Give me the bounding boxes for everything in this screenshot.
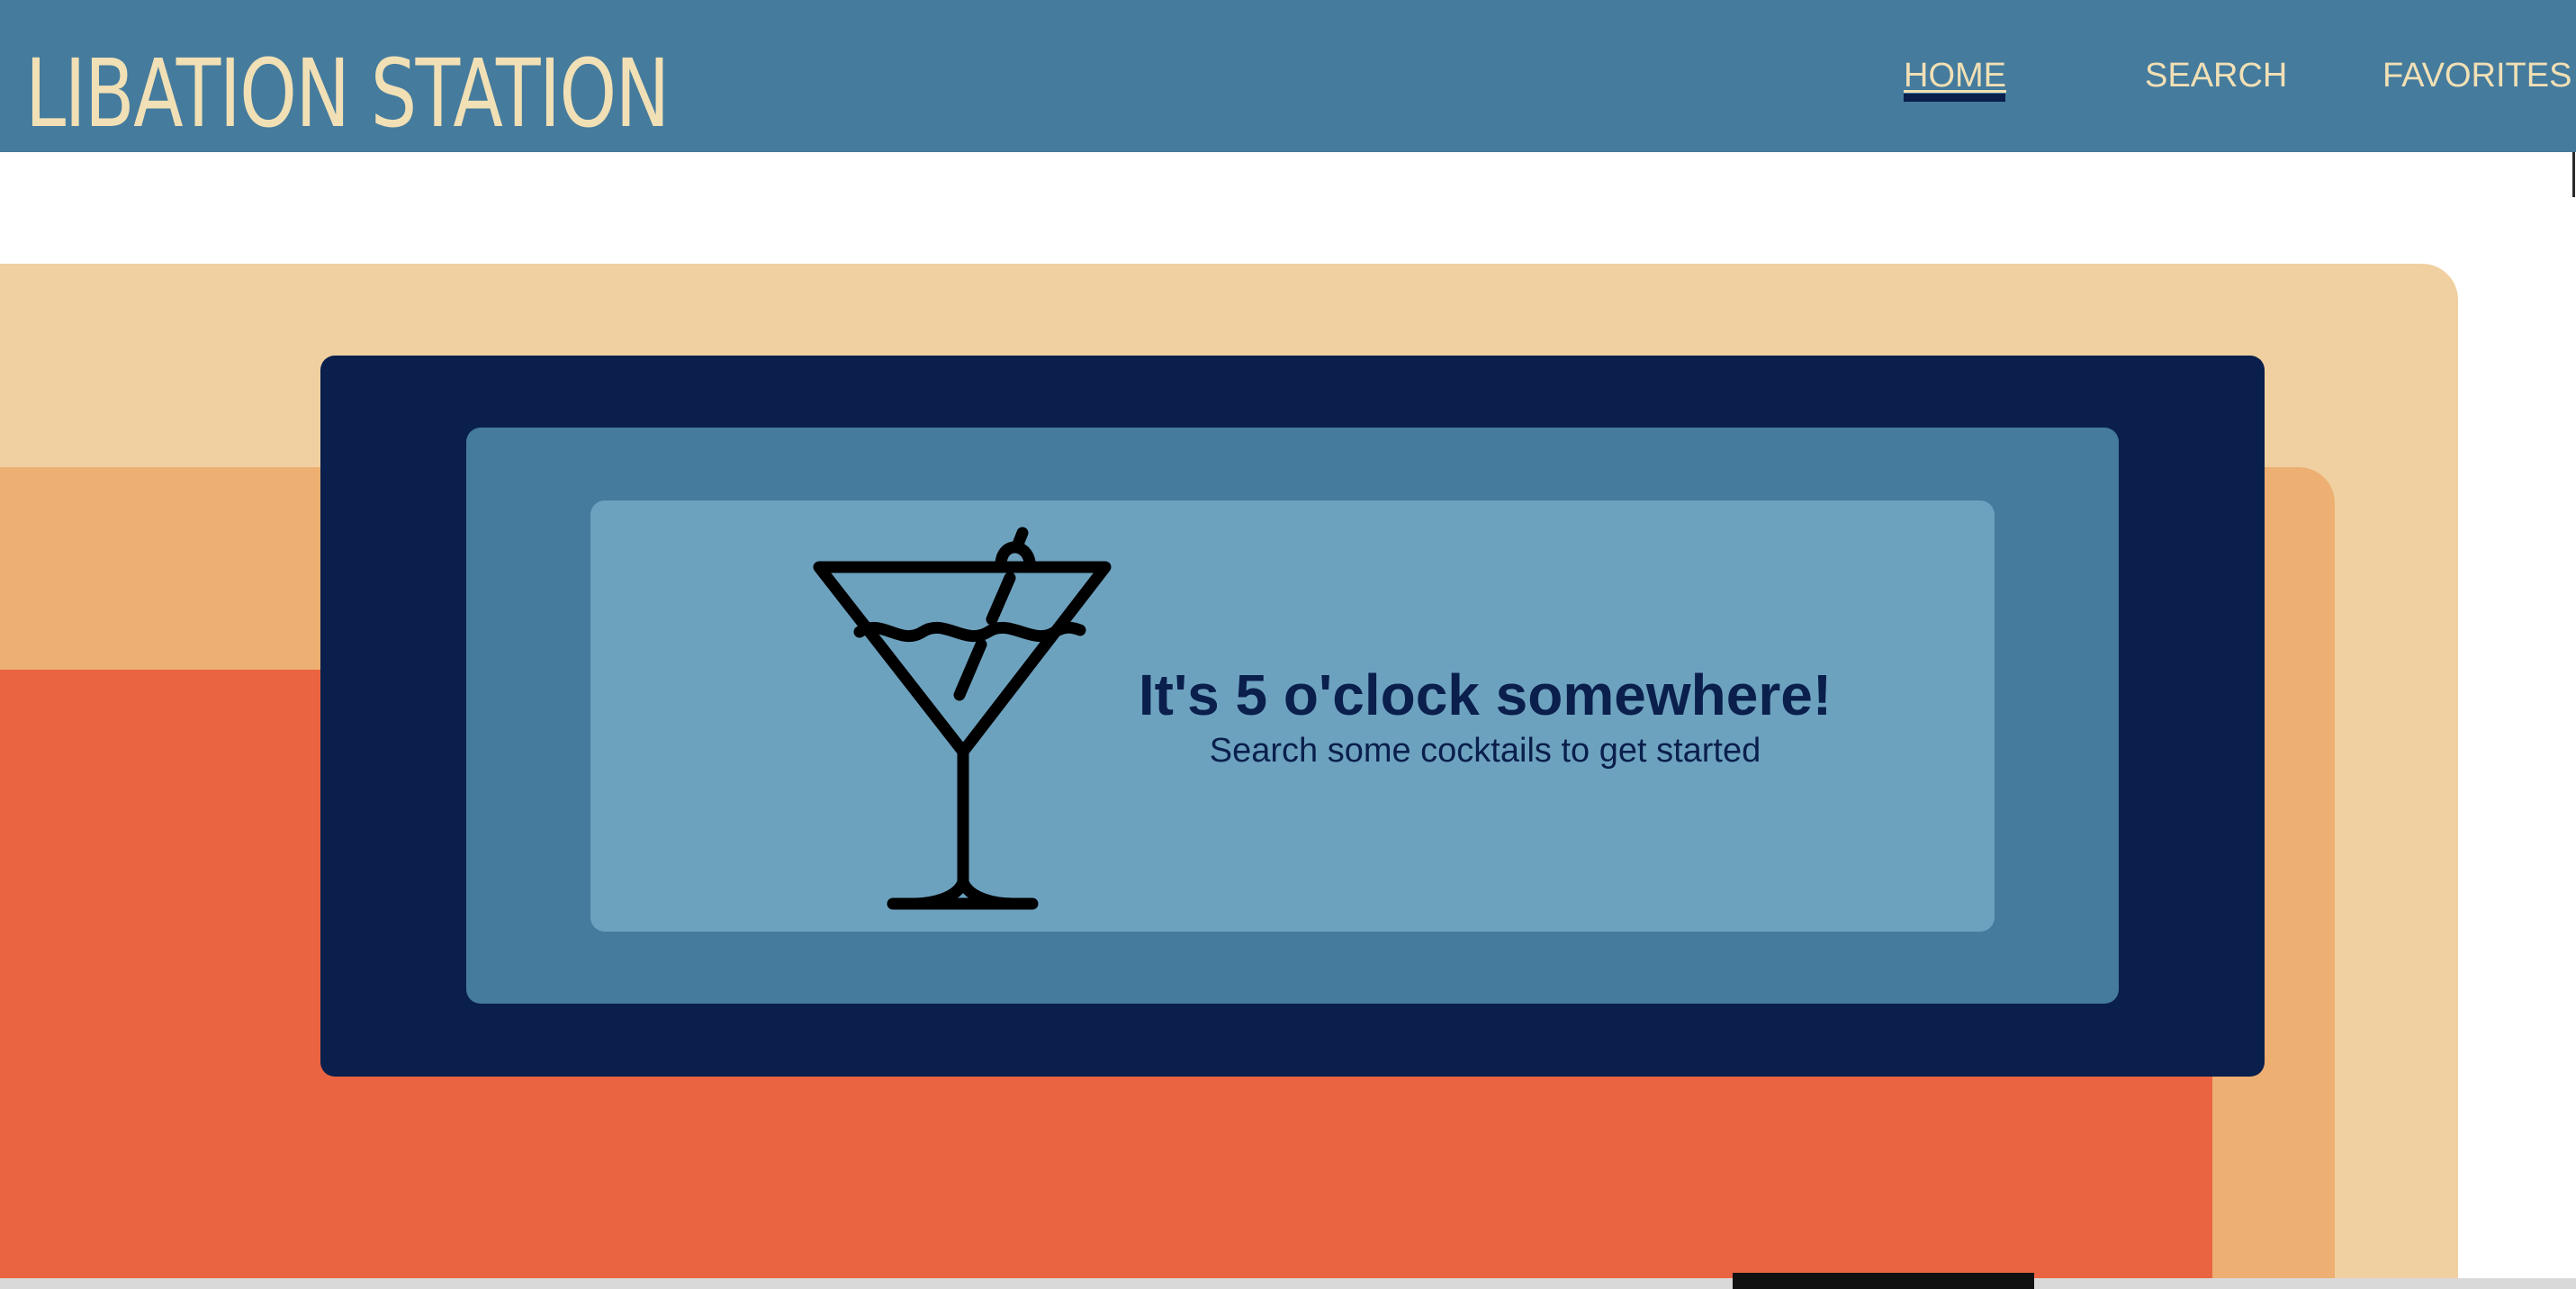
page: LIBATION STATION HOME SEARCH FAVORITES I… xyxy=(0,0,2576,1289)
background-window-fragment xyxy=(1733,1273,2034,1289)
nav-search-link[interactable]: SEARCH xyxy=(2145,56,2287,95)
nav-favorites-link[interactable]: FAVORITES xyxy=(2382,56,2571,95)
top-nav-bar: LIBATION STATION HOME SEARCH FAVORITES xyxy=(0,0,2576,152)
app-logo[interactable]: LIBATION STATION xyxy=(25,47,670,140)
hero-title: It's 5 o'clock somewhere! xyxy=(1138,663,1833,727)
active-nav-indicator xyxy=(1904,94,2005,102)
nav-home-link[interactable]: HOME xyxy=(1904,56,2006,95)
window-bottom-edge xyxy=(0,1278,2576,1289)
hero-subtitle: Search some cocktails to get started xyxy=(1209,732,1761,770)
scrollbar-thumb[interactable] xyxy=(2572,152,2575,197)
